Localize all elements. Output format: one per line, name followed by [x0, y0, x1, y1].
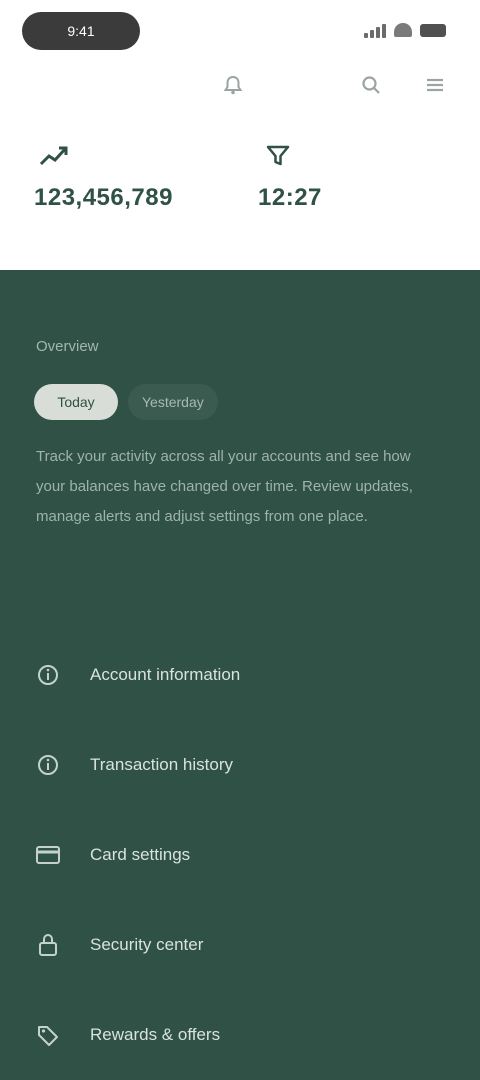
status-bar: 9:41	[0, 0, 480, 58]
action-label: Security center	[90, 935, 204, 954]
action-security-center[interactable]: Security center	[28, 900, 458, 990]
tab-today[interactable]: Today	[34, 384, 118, 420]
info-icon	[28, 655, 68, 695]
tag-icon	[28, 1015, 68, 1055]
top-nav	[0, 60, 480, 116]
action-card-settings[interactable]: Card settings	[28, 810, 458, 900]
period-tabs: Today Yesterday	[34, 384, 218, 420]
info-icon	[28, 745, 68, 785]
battery-icon	[420, 23, 446, 37]
menu-icon[interactable]	[418, 68, 452, 102]
section-description: Track your activity across all your acco…	[36, 448, 413, 525]
stat-value: 123,456,789	[34, 184, 173, 211]
signal-icon	[364, 22, 386, 38]
search-icon[interactable]	[354, 68, 388, 102]
action-rewards[interactable]: Rewards & offers	[28, 990, 458, 1080]
action-account-information[interactable]: Account information	[28, 630, 458, 720]
main-panel: Overview Today Yesterday Track your acti…	[0, 270, 480, 1046]
bell-icon[interactable]	[216, 68, 250, 102]
lock-icon	[28, 925, 68, 965]
wifi-icon	[394, 23, 412, 37]
action-label: Transaction history	[90, 755, 233, 774]
action-list: Account information Transaction history …	[28, 630, 458, 1080]
action-label: Account information	[90, 665, 241, 684]
action-label: Card settings	[90, 845, 191, 864]
stat-time: 12:27	[258, 136, 322, 212]
header-panel: 9:41 123,456,789 12:27	[0, 0, 480, 270]
status-time: 9:41	[22, 12, 140, 50]
action-transaction-history[interactable]: Transaction history	[28, 720, 458, 810]
status-indicators	[364, 18, 446, 42]
tab-yesterday[interactable]: Yesterday	[128, 384, 218, 420]
action-label: Rewards & offers	[90, 1025, 221, 1044]
filter-icon	[258, 136, 298, 176]
trend-icon	[34, 136, 74, 176]
section-title: Overview	[36, 338, 99, 355]
stat-balance: 123,456,789	[34, 136, 173, 212]
card-icon	[28, 835, 68, 875]
stat-value: 12:27	[258, 184, 322, 211]
